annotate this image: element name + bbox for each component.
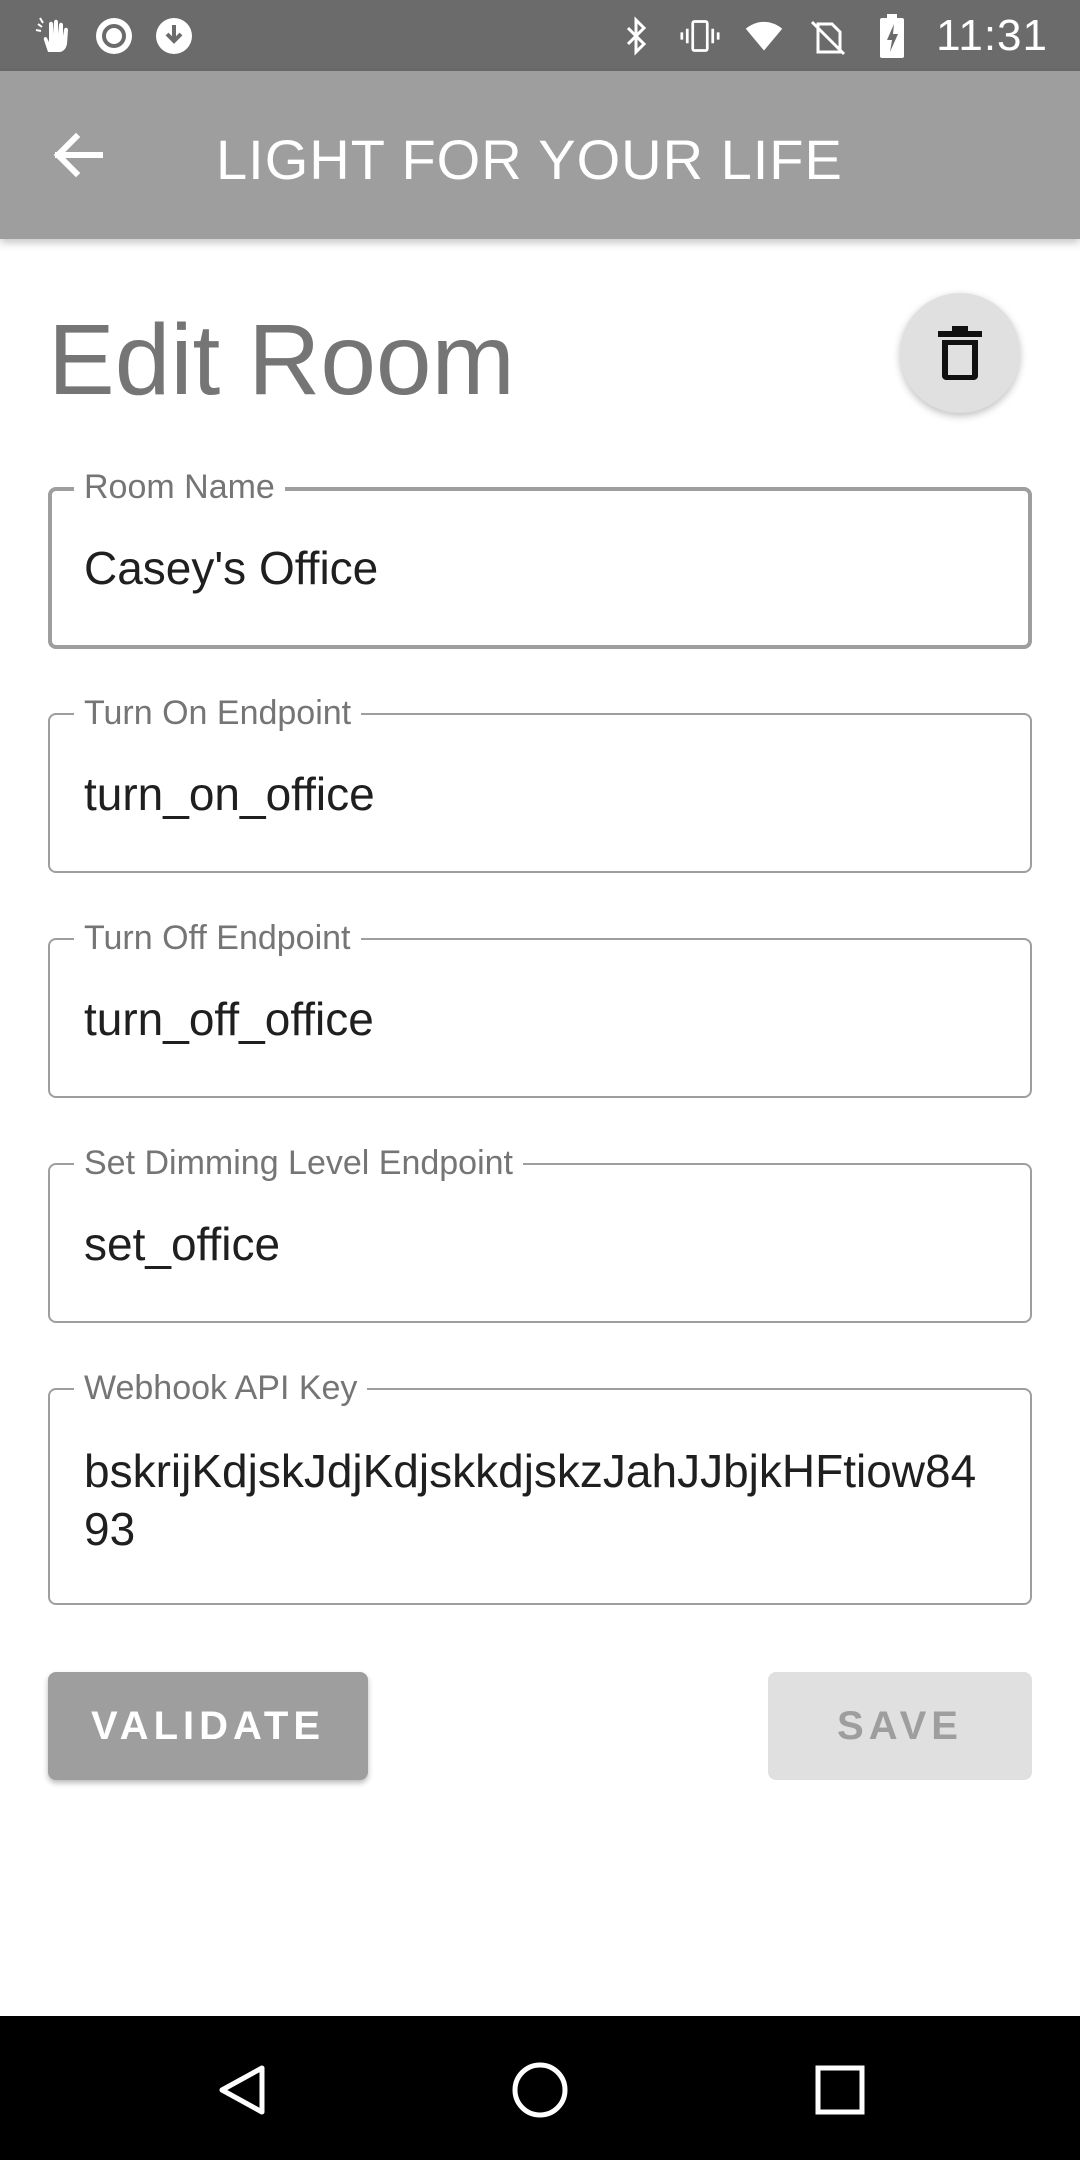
- save-button[interactable]: SAVE: [768, 1672, 1032, 1780]
- back-button[interactable]: [46, 123, 110, 187]
- delete-room-button[interactable]: [900, 293, 1020, 413]
- nav-back-icon: [219, 2065, 265, 2115]
- webhook-api-key-field[interactable]: Webhook API Key bskrijKdjskJdjKdjskkdjsk…: [48, 1368, 1032, 1605]
- room-name-value: Casey's Office: [84, 542, 379, 594]
- turn-off-endpoint-label: Turn Off Endpoint: [74, 918, 361, 958]
- battery-charging-icon: [872, 14, 912, 58]
- dimming-endpoint-value: set_office: [84, 1218, 281, 1270]
- validate-button[interactable]: VALIDATE: [48, 1672, 368, 1780]
- no-sim-icon: [808, 16, 848, 56]
- status-time: 11:31: [936, 11, 1048, 60]
- turn-on-endpoint-label: Turn On Endpoint: [74, 693, 362, 733]
- nav-back-button[interactable]: [210, 2058, 274, 2122]
- room-name-field[interactable]: Room Name Casey's Office: [48, 467, 1032, 649]
- record-circle-icon: [94, 16, 134, 56]
- vibrate-icon: [680, 16, 720, 56]
- room-name-label: Room Name: [74, 467, 285, 507]
- page-title: Edit Room: [48, 304, 515, 416]
- download-arrow-icon: [154, 16, 194, 56]
- nav-home-button[interactable]: [508, 2058, 572, 2122]
- dimming-endpoint-label: Set Dimming Level Endpoint: [74, 1143, 524, 1183]
- turn-off-endpoint-value: turn_off_office: [84, 993, 374, 1045]
- touch-hand-icon: [34, 16, 74, 56]
- turn-on-endpoint-value: turn_on_office: [84, 768, 375, 820]
- status-bar: 11:31: [0, 0, 1080, 71]
- bluetooth-icon: [616, 16, 656, 56]
- wifi-icon: [744, 16, 784, 56]
- webhook-api-key-value: bskrijKdjskJdjKdjskkdjskzJahJJbjkHFtiow8…: [84, 1445, 977, 1555]
- app-bar: LIGHT FOR YOUR LIFE: [0, 71, 1080, 239]
- nav-home-icon: [512, 2062, 568, 2118]
- nav-recents-icon: [815, 2065, 865, 2115]
- status-bar-left-icons: [34, 12, 194, 60]
- turn-off-endpoint-field[interactable]: Turn Off Endpoint turn_off_office: [48, 918, 1032, 1098]
- app-title: LIGHT FOR YOUR LIFE: [216, 128, 843, 191]
- navigation-bar: [0, 2016, 1080, 2160]
- status-bar-right-icons: 11:31: [616, 11, 1048, 60]
- dimming-endpoint-field[interactable]: Set Dimming Level Endpoint set_office: [48, 1143, 1032, 1323]
- nav-recents-button[interactable]: [808, 2058, 872, 2122]
- turn-on-endpoint-field[interactable]: Turn On Endpoint turn_on_office: [48, 693, 1032, 873]
- webhook-api-key-label: Webhook API Key: [74, 1368, 368, 1408]
- arrow-back-icon: [53, 132, 103, 178]
- trash-icon: [938, 326, 982, 380]
